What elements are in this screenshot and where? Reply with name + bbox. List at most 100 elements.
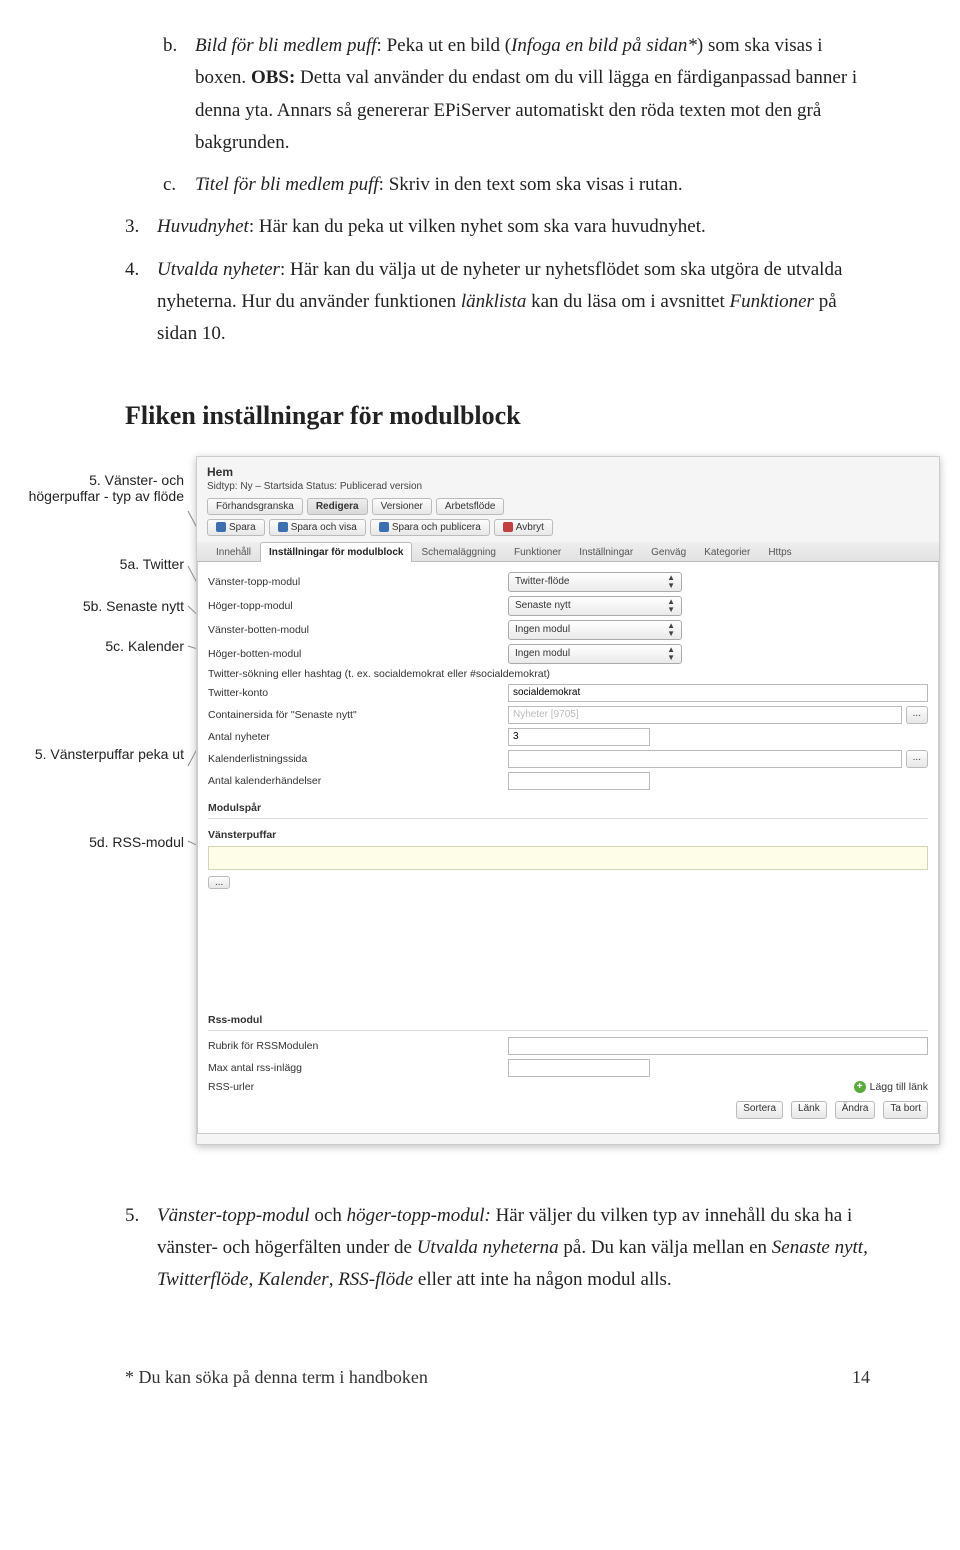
form-area: Vänster-topp-modulTwitter-flöde▲▼ Höger-… <box>197 562 939 1134</box>
chevron-updown-icon: ▲▼ <box>667 622 675 638</box>
container-page-input[interactable] <box>508 706 902 724</box>
save-publish-button[interactable]: Spara och publicera <box>370 519 490 536</box>
cancel-button[interactable]: Avbryt <box>494 519 553 536</box>
field-label: RSS-urler <box>208 1081 508 1093</box>
field-label: Containersida för "Senaste nytt" <box>208 709 508 721</box>
field-label: Höger-botten-modul <box>208 648 508 660</box>
list-item-4: 4. Utvalda nyheter: Här kan du välja ut … <box>125 254 870 351</box>
rss-count-input[interactable] <box>508 1059 650 1077</box>
term-italic: Titel för bli medlem puff <box>195 174 379 195</box>
save-button[interactable]: Spara <box>207 519 265 536</box>
calendar-page-input[interactable] <box>508 750 902 768</box>
view-tabs: Förhandsgranska Redigera Versioner Arbet… <box>207 498 929 515</box>
section-heading: Fliken inställningar för modulblock <box>125 401 870 431</box>
page-title: Hem <box>207 465 929 479</box>
list-content: Utvalda nyheter: Här kan du välja ut de … <box>157 254 870 351</box>
save-icon <box>216 522 226 532</box>
term-italic: Bild för bli medlem puff <box>195 35 377 56</box>
select-right-top[interactable]: Senaste nytt▲▼ <box>508 596 682 616</box>
tab-workflow[interactable]: Arbetsflöde <box>436 498 505 515</box>
select-left-top[interactable]: Twitter-flöde▲▼ <box>508 572 682 592</box>
chevron-updown-icon: ▲▼ <box>667 574 675 590</box>
callout-5c: 5c. Kalender <box>105 638 184 654</box>
tab-module-settings[interactable]: Inställningar för modulblock <box>260 542 412 562</box>
browse-button[interactable]: ... <box>208 876 230 889</box>
callout-5a: 5a. Twitter <box>120 556 184 572</box>
add-link-button[interactable]: +Lägg till länk <box>854 1081 928 1093</box>
delete-button[interactable]: Ta bort <box>883 1101 928 1119</box>
obs-bold: OBS: <box>251 67 295 88</box>
twitter-account-input[interactable] <box>508 684 928 702</box>
section-rss: Rss-modul <box>208 1010 928 1028</box>
link-button[interactable]: Länk <box>791 1101 827 1119</box>
field-label: Vänster-topp-modul <box>208 576 508 588</box>
editor-screenshot: 5. Vänster- och högerpuffar - typ av flö… <box>20 456 940 1145</box>
content-tabstrip: Innehåll Inställningar för modulblock Sc… <box>197 542 939 562</box>
select-right-bottom[interactable]: Ingen modul▲▼ <box>508 644 682 664</box>
callout-5d: 5d. RSS-modul <box>89 834 184 850</box>
field-label: Max antal rss-inlägg <box>208 1062 508 1074</box>
term-italic: Funktioner <box>730 291 814 312</box>
tab-versions[interactable]: Versioner <box>372 498 432 515</box>
footnote: * Du kan söka på denna term i handboken <box>125 1367 428 1388</box>
tab-shortcut[interactable]: Genväg <box>642 542 695 562</box>
callout-column: 5. Vänster- och högerpuffar - typ av flö… <box>20 456 192 976</box>
list-content: Bild för bli medlem puff: Peka ut en bil… <box>195 30 870 159</box>
tab-content[interactable]: Innehåll <box>207 542 260 562</box>
link-toolbar: Sortera Länk Ändra Ta bort <box>208 1101 928 1119</box>
section-vansterpuffar: Vänsterpuffar <box>208 825 928 843</box>
tab-edit[interactable]: Redigera <box>307 498 368 515</box>
cancel-icon <box>503 522 513 532</box>
save-show-button[interactable]: Spara och visa <box>269 519 366 536</box>
rss-title-input[interactable] <box>508 1037 928 1055</box>
sort-button[interactable]: Sortera <box>736 1101 783 1119</box>
page-footer: * Du kan söka på denna term i handboken … <box>125 1367 870 1388</box>
list-marker: 4. <box>125 254 157 351</box>
edit-button[interactable]: Ändra <box>835 1101 876 1119</box>
field-label: Rubrik för RSSModulen <box>208 1040 508 1052</box>
term-italic: Utvalda nyheter <box>157 259 280 280</box>
field-label: Twitter-sökning eller hashtag (t. ex. so… <box>208 668 550 680</box>
field-label: Höger-topp-modul <box>208 600 508 612</box>
field-label: Twitter-konto <box>208 687 508 699</box>
list-marker: 3. <box>125 211 157 243</box>
section-modulspar: Modulspår <box>208 798 928 816</box>
browse-button[interactable]: ... <box>906 750 928 768</box>
list-content: Huvudnyhet: Här kan du peka ut vilken ny… <box>157 211 870 243</box>
tab-functions[interactable]: Funktioner <box>505 542 570 562</box>
term-italic: Infoga en bild på sidan* <box>511 35 697 56</box>
field-label: Antal nyheter <box>208 731 508 743</box>
browse-button[interactable]: ... <box>906 706 928 724</box>
tab-settings[interactable]: Inställningar <box>570 542 642 562</box>
tab-categories[interactable]: Kategorier <box>695 542 759 562</box>
tab-https[interactable]: Https <box>759 542 800 562</box>
list-content: Vänster-topp-modul och höger-topp-modul:… <box>157 1200 870 1297</box>
list-item-c: c. Titel för bli medlem puff: Skriv in d… <box>163 169 870 201</box>
callout-5: 5. Vänster- och högerpuffar - typ av flö… <box>24 472 184 504</box>
list-marker: c. <box>163 169 195 201</box>
list-item-5: 5. Vänster-topp-modul och höger-topp-mod… <box>125 1200 870 1297</box>
page-number: 14 <box>852 1367 870 1388</box>
callout-5vp: 5. Vänsterpuffar peka ut <box>34 746 184 762</box>
callout-5b: 5b. Senaste nytt <box>83 598 184 614</box>
field-label: Antal kalenderhändelser <box>208 775 508 787</box>
news-count-input[interactable] <box>508 728 650 746</box>
tab-preview[interactable]: Förhandsgranska <box>207 498 303 515</box>
tab-scheduling[interactable]: Schemaläggning <box>412 542 505 562</box>
editor-panel: Hem Sidtyp: Ny – Startsida Status: Publi… <box>196 456 940 1145</box>
chevron-updown-icon: ▲▼ <box>667 598 675 614</box>
list-marker: 5. <box>125 1200 157 1297</box>
calendar-count-input[interactable] <box>508 772 650 790</box>
list-content: Titel för bli medlem puff: Skriv in den … <box>195 169 870 201</box>
select-left-bottom[interactable]: Ingen modul▲▼ <box>508 620 682 640</box>
save-icon <box>278 522 288 532</box>
action-toolbar: Spara Spara och visa Spara och publicera… <box>207 519 929 536</box>
term-italic: länklista <box>461 291 526 312</box>
list-item-3: 3. Huvudnyhet: Här kan du peka ut vilken… <box>125 211 870 243</box>
left-puffar-area[interactable] <box>208 846 928 870</box>
list-item-b: b. Bild för bli medlem puff: Peka ut en … <box>163 30 870 159</box>
field-label: Vänster-botten-modul <box>208 624 508 636</box>
term-italic: Huvudnyhet <box>157 216 249 237</box>
chevron-updown-icon: ▲▼ <box>667 646 675 662</box>
list-marker: b. <box>163 30 195 159</box>
